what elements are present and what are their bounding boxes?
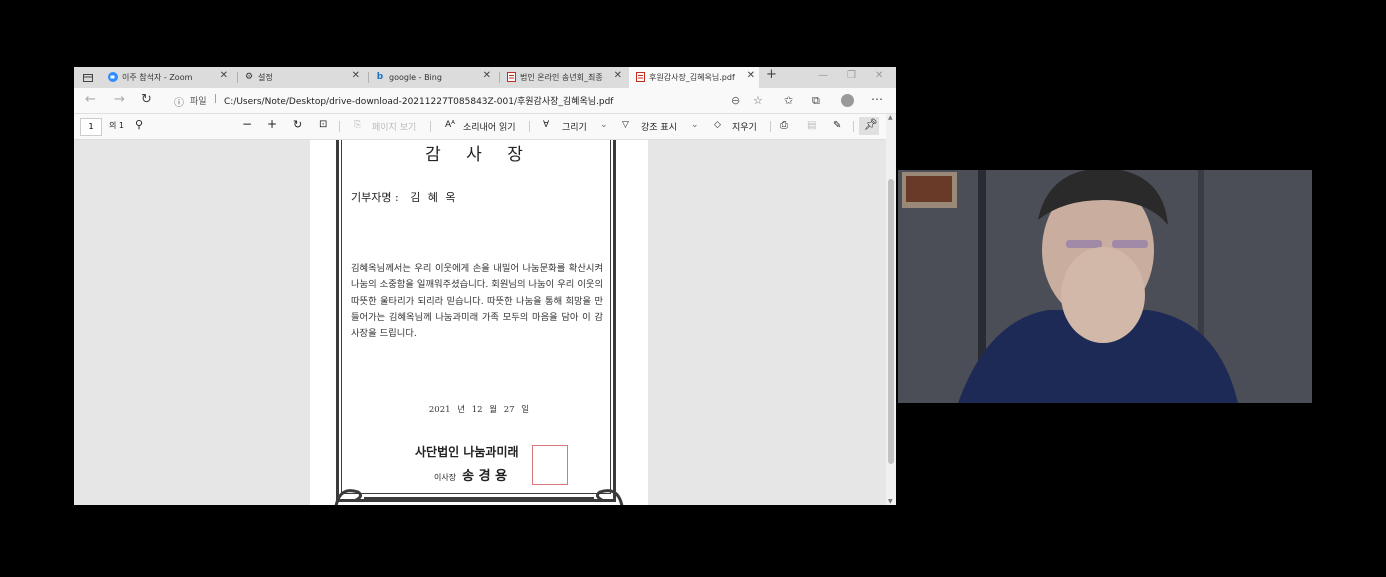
donor-label: 기부자명 : <box>351 191 399 204</box>
new-tab-button[interactable]: + <box>766 67 777 82</box>
scroll-up-icon[interactable]: ▲ <box>888 114 893 121</box>
close-window-button[interactable]: ✕ <box>875 70 883 81</box>
pdf-icon <box>635 72 645 82</box>
chairman-line: 이사장 송 경 용 <box>434 465 507 484</box>
draw-button[interactable]: 그리기 <box>562 120 587 133</box>
organization-name: 사단법인 나눔과미래 <box>415 445 519 459</box>
participant-video <box>898 170 1312 403</box>
eraser-icon: ◇ <box>714 120 721 130</box>
erase-button[interactable]: 지우기 <box>732 120 757 133</box>
chairman-title: 이사장 <box>434 473 457 482</box>
toolbar-divider <box>339 121 340 132</box>
tab-pdf-certificate[interactable]: 후원감사장_김혜옥님.pdf ✕ <box>629 67 759 88</box>
print-icon[interactable]: ⎙ <box>780 120 788 131</box>
favorites-icon[interactable]: ✩ <box>784 94 793 107</box>
site-info-label: 파일 <box>190 97 207 107</box>
refresh-button[interactable]: ↻ <box>141 92 152 107</box>
minimize-button[interactable]: — <box>818 70 828 81</box>
tab-actions-button[interactable] <box>79 67 97 88</box>
highlight-button[interactable]: 강조 표시 <box>641 120 677 133</box>
read-aloud-icon: Aᴬ <box>445 120 456 130</box>
gear-icon: ⚙ <box>244 72 254 82</box>
certificate-body: 김혜옥님께서는 우리 이웃에게 손을 내밀어 나눔문화를 확산시켜 나눔의 소중… <box>351 263 603 340</box>
url-divider: | <box>214 94 218 104</box>
toolbar-divider <box>770 121 771 132</box>
maximize-button[interactable]: ❐ <box>847 70 856 81</box>
back-button[interactable]: ← <box>85 92 96 107</box>
official-seal <box>532 445 568 485</box>
draw-icon: ∀ <box>543 120 550 130</box>
forward-button[interactable]: → <box>114 92 125 107</box>
browser-window: 이주 참석자 - Zoom ✕ ⚙ 설정 ✕ b google - Bing ✕… <box>74 67 896 505</box>
pdf-viewer[interactable]: 감 사 장 기부자명 : 김 혜 옥 김혜옥님께서는 우리 이웃에게 손을 내밀… <box>74 140 886 505</box>
tab-label: 이주 참석자 - Zoom <box>122 73 193 82</box>
pdf-icon <box>506 72 516 82</box>
close-icon[interactable]: ✕ <box>747 70 755 81</box>
tab-actions-icon <box>83 73 93 82</box>
tab-label: google - Bing <box>389 73 442 82</box>
toolbar-divider <box>853 121 854 132</box>
save-as-icon[interactable]: ✎ <box>833 120 841 131</box>
tab-bar: 이주 참석자 - Zoom ✕ ⚙ 설정 ✕ b google - Bing ✕… <box>74 67 896 88</box>
page-view-icon: ⎘ <box>354 120 362 130</box>
donor-name: 김 혜 옥 <box>410 191 458 204</box>
read-aloud-button[interactable]: 소리내어 읽기 <box>463 120 516 133</box>
tab-label: 법인 온라인 송년회_최종 <box>520 73 603 82</box>
close-icon[interactable]: ✕ <box>483 70 491 81</box>
tab-settings[interactable]: ⚙ 설정 ✕ <box>238 67 364 88</box>
tab-label: 후원감사장_김혜옥님.pdf <box>649 73 735 82</box>
fit-width-icon[interactable]: ⊡ <box>319 119 327 130</box>
donor-line: 기부자명 : 김 혜 옥 <box>351 189 458 205</box>
tab-bing[interactable]: b google - Bing ✕ <box>369 67 495 88</box>
save-icon[interactable]: ▤ <box>807 120 816 131</box>
avatar[interactable] <box>841 94 854 107</box>
tab-label: 설정 <box>258 73 273 82</box>
certificate-title: 감 사 장 <box>425 145 533 165</box>
page-number-input[interactable]: 1 <box>80 118 102 136</box>
info-icon[interactable]: ⓘ <box>174 94 184 109</box>
scrollbar-thumb[interactable] <box>888 179 894 464</box>
url-field[interactable]: C:/Users/Note/Desktop/drive-download-202… <box>224 94 613 107</box>
pin-icon: 📌︎ <box>864 118 878 131</box>
zoom-out-button[interactable]: − <box>242 117 252 131</box>
close-icon[interactable]: ✕ <box>614 70 622 81</box>
bing-icon: b <box>376 72 384 82</box>
close-icon[interactable]: ✕ <box>352 70 360 81</box>
collections-icon[interactable]: ⧉ <box>812 94 820 108</box>
chairman-name: 송 경 용 <box>462 469 508 484</box>
close-icon[interactable]: ✕ <box>220 70 228 81</box>
chevron-down-icon[interactable]: ⌄ <box>600 120 608 130</box>
pin-toolbar-button[interactable]: 📌︎ <box>859 117 879 135</box>
more-icon[interactable]: ⋯ <box>871 92 883 106</box>
pdf-page: 감 사 장 기부자명 : 김 혜 옥 김혜옥님께서는 우리 이웃에게 손을 내밀… <box>310 140 648 505</box>
zoom-icon <box>108 72 118 82</box>
vertical-scrollbar[interactable]: ▲ ▼ <box>886 114 896 505</box>
participant-video-frame <box>898 170 1312 403</box>
scroll-down-icon[interactable]: ▼ <box>888 498 893 505</box>
toolbar-divider <box>430 121 431 132</box>
chevron-down-icon[interactable]: ⌄ <box>691 120 699 130</box>
highlight-icon: ▽ <box>622 120 629 130</box>
certificate-date: 2021 년 12 월 27 일 <box>428 405 530 415</box>
address-bar: ← → ↻ ⓘ 파일 | C:/Users/Note/Desktop/drive… <box>74 88 896 114</box>
rotate-icon[interactable]: ↻ <box>293 118 302 131</box>
page-view-button[interactable]: 페이지 보기 <box>372 120 416 133</box>
favorite-add-icon[interactable]: ☆ <box>753 94 763 107</box>
search-icon[interactable]: ⚲ <box>135 118 143 131</box>
toolbar-divider <box>529 121 530 132</box>
pdf-toolbar: 1 의 1 ⚲ − + ↻ ⊡ ⎘ 페이지 보기 Aᴬ 소리내어 읽기 ∀ 그리… <box>74 114 896 140</box>
tab-pdf-party[interactable]: 법인 온라인 송년회_최종 ✕ <box>500 67 626 88</box>
zoom-icon[interactable]: ⊖ <box>731 94 740 107</box>
zoom-in-button[interactable]: + <box>267 117 277 131</box>
page-total: 의 1 <box>109 121 124 130</box>
tab-zoom[interactable]: 이주 참석자 - Zoom ✕ <box>102 67 232 88</box>
